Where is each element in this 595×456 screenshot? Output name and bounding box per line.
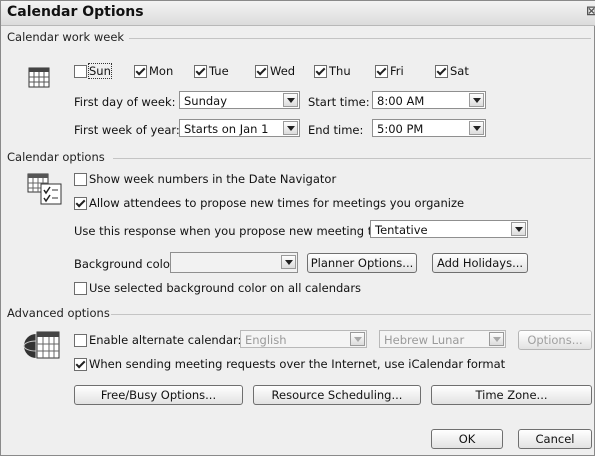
calendar-options-group-label: Calendar options bbox=[7, 150, 105, 164]
work-week-group-label: Calendar work week bbox=[7, 30, 125, 44]
end-time-label: End time: bbox=[308, 123, 364, 137]
chevron-down-icon[interactable] bbox=[283, 121, 298, 135]
background-color-label: Background color: bbox=[74, 257, 179, 271]
alternate-type-value: Hebrew Lunar bbox=[384, 333, 465, 347]
day-checkbox-fri[interactable] bbox=[375, 65, 388, 78]
start-time-value: 8:00 AM bbox=[377, 94, 425, 108]
start-time-label: Start time: bbox=[308, 95, 370, 109]
chevron-down-icon[interactable] bbox=[469, 121, 484, 135]
calendar-checklist-icon bbox=[27, 173, 62, 205]
day-label-sat: Sat bbox=[450, 64, 469, 78]
group-divider bbox=[113, 158, 591, 159]
propose-response-label: Use this response when you propose new m… bbox=[74, 224, 404, 238]
chevron-down-icon[interactable] bbox=[489, 332, 504, 346]
icalendar-checkbox[interactable] bbox=[74, 358, 87, 371]
time-zone-button[interactable]: Time Zone... bbox=[431, 385, 592, 405]
chevron-down-icon[interactable] bbox=[283, 93, 298, 107]
alternate-type-select[interactable]: Hebrew Lunar bbox=[379, 330, 506, 348]
resource-scheduling-button[interactable]: Resource Scheduling... bbox=[253, 385, 421, 405]
day-checkbox-thu[interactable] bbox=[314, 65, 327, 78]
group-divider bbox=[129, 38, 591, 39]
first-day-label: First day of week: bbox=[74, 95, 176, 109]
show-week-numbers-label: Show week numbers in the Date Navigator bbox=[89, 172, 337, 186]
day-checkbox-wed[interactable] bbox=[255, 65, 268, 78]
calendar-globe-icon bbox=[23, 331, 60, 359]
alternate-language-value: English bbox=[245, 333, 287, 347]
day-label-fri: Fri bbox=[390, 64, 404, 78]
first-day-value: Sunday bbox=[184, 94, 228, 108]
cancel-button[interactable]: Cancel bbox=[518, 429, 592, 449]
chevron-down-icon[interactable] bbox=[281, 255, 296, 269]
day-checkbox-sat[interactable] bbox=[435, 65, 448, 78]
propose-response-select[interactable]: Tentative bbox=[370, 220, 528, 238]
first-week-label: First week of year: bbox=[74, 123, 180, 137]
day-checkbox-tue[interactable] bbox=[194, 65, 207, 78]
propose-response-value: Tentative bbox=[375, 223, 428, 237]
calendar-grid-icon bbox=[28, 67, 50, 88]
chevron-down-icon[interactable] bbox=[511, 222, 526, 236]
chevron-down-icon[interactable] bbox=[350, 332, 365, 346]
window-title: Calendar Options bbox=[7, 4, 144, 20]
alternate-calendar-label: Enable alternate calendar: bbox=[89, 333, 242, 347]
day-label-mon: Mon bbox=[149, 64, 174, 78]
icalendar-label: When sending meeting requests over the I… bbox=[89, 357, 506, 371]
alternate-language-select[interactable]: English bbox=[240, 330, 367, 348]
free-busy-options-button[interactable]: Free/Busy Options... bbox=[74, 385, 243, 405]
use-selected-bg-checkbox[interactable] bbox=[74, 282, 87, 295]
day-checkbox-sun[interactable] bbox=[74, 65, 87, 78]
background-color-select[interactable] bbox=[170, 252, 298, 273]
close-icon[interactable]: ⊠ bbox=[586, 4, 595, 20]
day-checkbox-mon[interactable] bbox=[134, 65, 147, 78]
start-time-select[interactable]: 8:00 AM bbox=[372, 91, 486, 109]
day-label-wed: Wed bbox=[270, 64, 296, 78]
first-day-select[interactable]: Sunday bbox=[179, 91, 300, 109]
ok-button[interactable]: OK bbox=[431, 429, 503, 449]
title-bar: Calendar Options ⊠ bbox=[1, 1, 595, 26]
add-holidays-button[interactable]: Add Holidays... bbox=[432, 253, 528, 273]
allow-propose-label: Allow attendees to propose new times for… bbox=[89, 196, 465, 210]
end-time-select[interactable]: 5:00 PM bbox=[372, 119, 486, 137]
show-week-numbers-checkbox[interactable] bbox=[74, 173, 87, 186]
alternate-options-button[interactable]: Options... bbox=[518, 330, 592, 350]
calendar-options-dialog: Calendar Options ⊠ Calendar work week Su… bbox=[0, 0, 595, 456]
day-label-thu: Thu bbox=[329, 64, 351, 78]
day-label-tue: Tue bbox=[209, 64, 229, 78]
alternate-calendar-checkbox[interactable] bbox=[74, 334, 87, 347]
advanced-options-group-label: Advanced options bbox=[7, 306, 110, 320]
day-label-sun: Sun bbox=[88, 63, 112, 79]
first-week-value: Starts on Jan 1 bbox=[184, 122, 269, 136]
allow-propose-checkbox[interactable] bbox=[74, 197, 87, 210]
end-time-value: 5:00 PM bbox=[377, 122, 424, 136]
first-week-select[interactable]: Starts on Jan 1 bbox=[179, 119, 300, 137]
planner-options-button[interactable]: Planner Options... bbox=[307, 253, 417, 273]
group-divider bbox=[111, 314, 591, 315]
chevron-down-icon[interactable] bbox=[469, 93, 484, 107]
use-selected-bg-label: Use selected background color on all cal… bbox=[89, 281, 362, 295]
